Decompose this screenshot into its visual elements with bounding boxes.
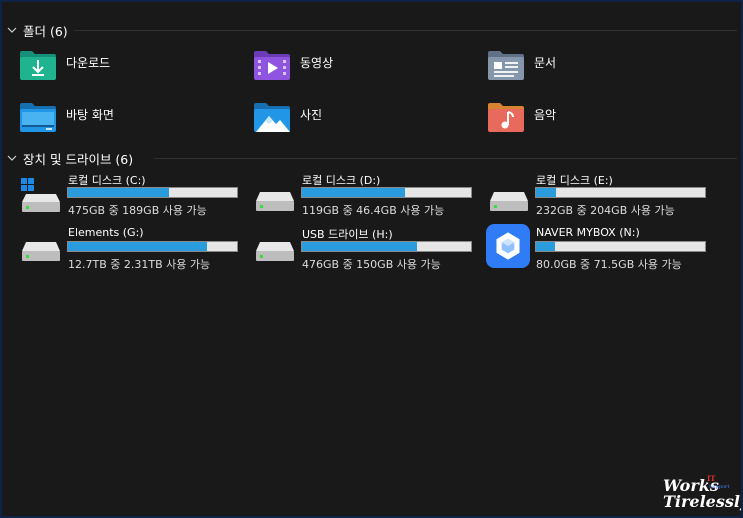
drive-usage-bar bbox=[535, 241, 706, 252]
drive-item-d[interactable]: 로컬 디스크 (D:) 119GB 중 46.4GB 사용 가능 bbox=[254, 172, 484, 220]
drive-name: NAVER MYBOX (N:) bbox=[536, 226, 640, 239]
naver-mybox-icon bbox=[486, 224, 530, 268]
watermark-line2: Tirelessly bbox=[663, 492, 741, 511]
drive-space-info: 475GB 중 189GB 사용 가능 bbox=[68, 204, 207, 217]
drive-usage-bar bbox=[535, 187, 706, 198]
hard-drive-icon bbox=[22, 242, 60, 261]
drive-usage-fill bbox=[536, 188, 557, 197]
videos-folder-icon bbox=[254, 51, 290, 80]
drive-usage-bar bbox=[301, 241, 472, 252]
pictures-folder-icon bbox=[254, 103, 290, 132]
folders-group-title: 폴더 (6) bbox=[23, 23, 68, 39]
drive-name: USB 드라이브 (H:) bbox=[302, 228, 393, 241]
folder-label: 바탕 화면 bbox=[66, 108, 114, 122]
drive-usage-fill bbox=[302, 188, 406, 197]
chevron-down-icon bbox=[7, 27, 17, 33]
chevron-down-icon bbox=[7, 155, 17, 161]
folder-label: 사진 bbox=[300, 108, 323, 122]
drive-item-e[interactable]: 로컬 디스크 (E:) 232GB 중 204GB 사용 가능 bbox=[488, 172, 718, 220]
drive-item-c[interactable]: 로컬 디스크 (C:) 475GB 중 189GB 사용 가능 bbox=[20, 172, 250, 220]
folder-label: 문서 bbox=[534, 56, 557, 70]
documents-folder-icon bbox=[488, 51, 524, 80]
drive-usage-fill bbox=[68, 242, 207, 251]
folder-label: 음악 bbox=[534, 108, 557, 122]
drive-space-info: 232GB 중 204GB 사용 가능 bbox=[536, 204, 675, 217]
desktop-folder-icon bbox=[20, 103, 56, 132]
music-folder-icon bbox=[488, 103, 524, 132]
folder-item-documents[interactable]: 문서 bbox=[486, 48, 706, 88]
drive-space-info: 119GB 중 46.4GB 사용 가능 bbox=[302, 204, 445, 217]
folder-label: 동영상 bbox=[300, 56, 334, 70]
folders-group-header[interactable]: 폴더 (6) bbox=[6, 20, 68, 40]
folders-divider bbox=[74, 30, 737, 31]
drive-item-h[interactable]: USB 드라이브 (H:) 476GB 중 150GB 사용 가능 bbox=[254, 226, 484, 274]
folder-item-downloads[interactable]: 다운로드 bbox=[18, 48, 238, 88]
watermark-sub: Support bbox=[709, 484, 730, 490]
drive-space-info: 80.0GB 중 71.5GB 사용 가능 bbox=[536, 258, 682, 271]
download-folder-icon bbox=[20, 51, 56, 80]
drive-name: Elements (G:) bbox=[68, 226, 144, 239]
drive-name: 로컬 디스크 (E:) bbox=[536, 174, 613, 187]
drive-usage-bar bbox=[67, 241, 238, 252]
system-drive-icon bbox=[21, 178, 60, 212]
drive-usage-fill bbox=[68, 188, 170, 197]
folder-item-videos[interactable]: 동영상 bbox=[252, 48, 472, 88]
drive-item-n[interactable]: NAVER MYBOX (N:) 80.0GB 중 71.5GB 사용 가능 bbox=[486, 224, 718, 274]
hard-drive-icon bbox=[256, 192, 294, 211]
drive-usage-bar bbox=[301, 187, 472, 198]
drive-usage-bar bbox=[67, 187, 238, 198]
hard-drive-icon bbox=[256, 242, 294, 261]
drive-usage-fill bbox=[536, 242, 555, 251]
drive-name: 로컬 디스크 (D:) bbox=[302, 174, 381, 187]
explorer-window: 폴더 (6) 다운로드 동영상 문서 바탕 화면 사진 음악 장치 및 드라이브… bbox=[2, 2, 741, 516]
drive-space-info: 12.7TB 중 2.31TB 사용 가능 bbox=[68, 258, 211, 271]
folder-item-music[interactable]: 음악 bbox=[486, 100, 706, 140]
works-tirelessly-watermark: Works IT Support Tirelessly bbox=[663, 474, 741, 511]
folder-label: 다운로드 bbox=[66, 56, 111, 70]
drive-usage-fill bbox=[302, 242, 417, 251]
drive-item-g[interactable]: Elements (G:) 12.7TB 중 2.31TB 사용 가능 bbox=[20, 226, 250, 274]
drives-divider bbox=[154, 158, 737, 159]
drive-space-info: 476GB 중 150GB 사용 가능 bbox=[302, 258, 441, 271]
drives-group-title: 장치 및 드라이브 (6) bbox=[23, 151, 134, 167]
watermark-it: IT bbox=[707, 474, 716, 483]
drive-name: 로컬 디스크 (C:) bbox=[68, 174, 146, 187]
drives-group-header[interactable]: 장치 및 드라이브 (6) bbox=[6, 148, 133, 168]
hard-drive-icon bbox=[490, 192, 528, 211]
folder-item-desktop[interactable]: 바탕 화면 bbox=[18, 100, 238, 140]
folder-item-pictures[interactable]: 사진 bbox=[252, 100, 472, 140]
